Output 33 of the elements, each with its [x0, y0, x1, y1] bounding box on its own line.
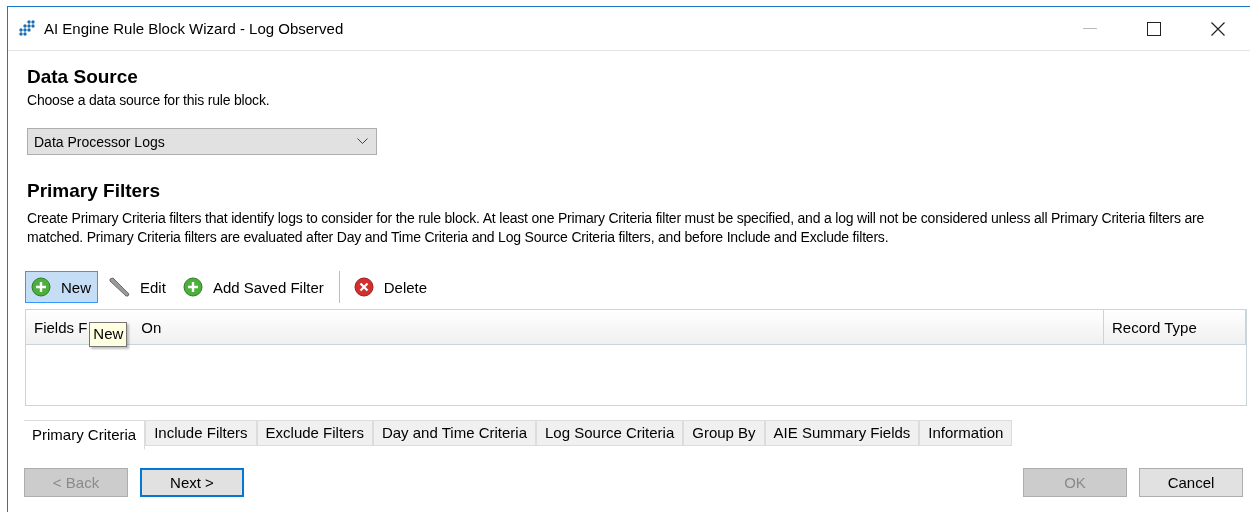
tab[interactable]: Include Filters	[145, 420, 257, 446]
tab[interactable]: Information	[919, 420, 1013, 446]
tooltip: New	[89, 322, 128, 347]
tab[interactable]: Day and Time Criteria	[372, 420, 536, 446]
wizard-button[interactable]: Cancel	[1139, 468, 1243, 497]
tab[interactable]: Primary Criteria	[24, 420, 146, 450]
column-header: Fields F	[34, 318, 88, 336]
tab[interactable]: Exclude Filters	[256, 420, 373, 446]
delete-icon	[353, 277, 374, 297]
pencil-icon	[108, 277, 130, 297]
add-icon	[31, 277, 51, 297]
window-title: AI Engine Rule Block Wizard - Log Observed	[44, 20, 344, 37]
toolbar-button[interactable]: New	[25, 271, 98, 303]
section-heading: Data Source	[27, 65, 139, 89]
maximize-icon	[1147, 21, 1161, 36]
data-source-dropdown[interactable]: Data Processor Logs	[27, 128, 377, 155]
wizard-button[interactable]: Next >	[140, 468, 244, 497]
section-description: Choose a data source for this rule block.	[27, 91, 271, 110]
column-header: Record Type	[1112, 318, 1197, 336]
minimize-icon	[1083, 27, 1097, 30]
section-heading: Primary Filters	[27, 179, 162, 203]
tab[interactable]: Log Source Criteria	[536, 420, 684, 446]
app-logo-icon	[19, 20, 36, 37]
tab[interactable]: Group By	[683, 420, 765, 446]
tab[interactable]: AIE Summary Fields	[764, 420, 920, 446]
section-description: Create Primary Criteria filters that identify logs to consider for the rule block. At least one Primary Criteria filter must be specified, and a log will not be considered unless all Primary Criteria filters are matched. Primary Criteria filters are evaluated after Day and Time Criteria and Log Source Criteria filters, and before Include and Exclude filters.	[27, 209, 1206, 247]
chevron-down-icon	[357, 138, 368, 145]
toolbar-button[interactable]: Add Saved Filter	[176, 271, 331, 303]
toolbar-button[interactable]: Delete	[347, 271, 435, 303]
column-header: On	[141, 318, 162, 336]
toolbar-button[interactable]: Edit	[102, 271, 173, 303]
add-icon	[182, 277, 203, 297]
close-icon	[1211, 21, 1225, 36]
